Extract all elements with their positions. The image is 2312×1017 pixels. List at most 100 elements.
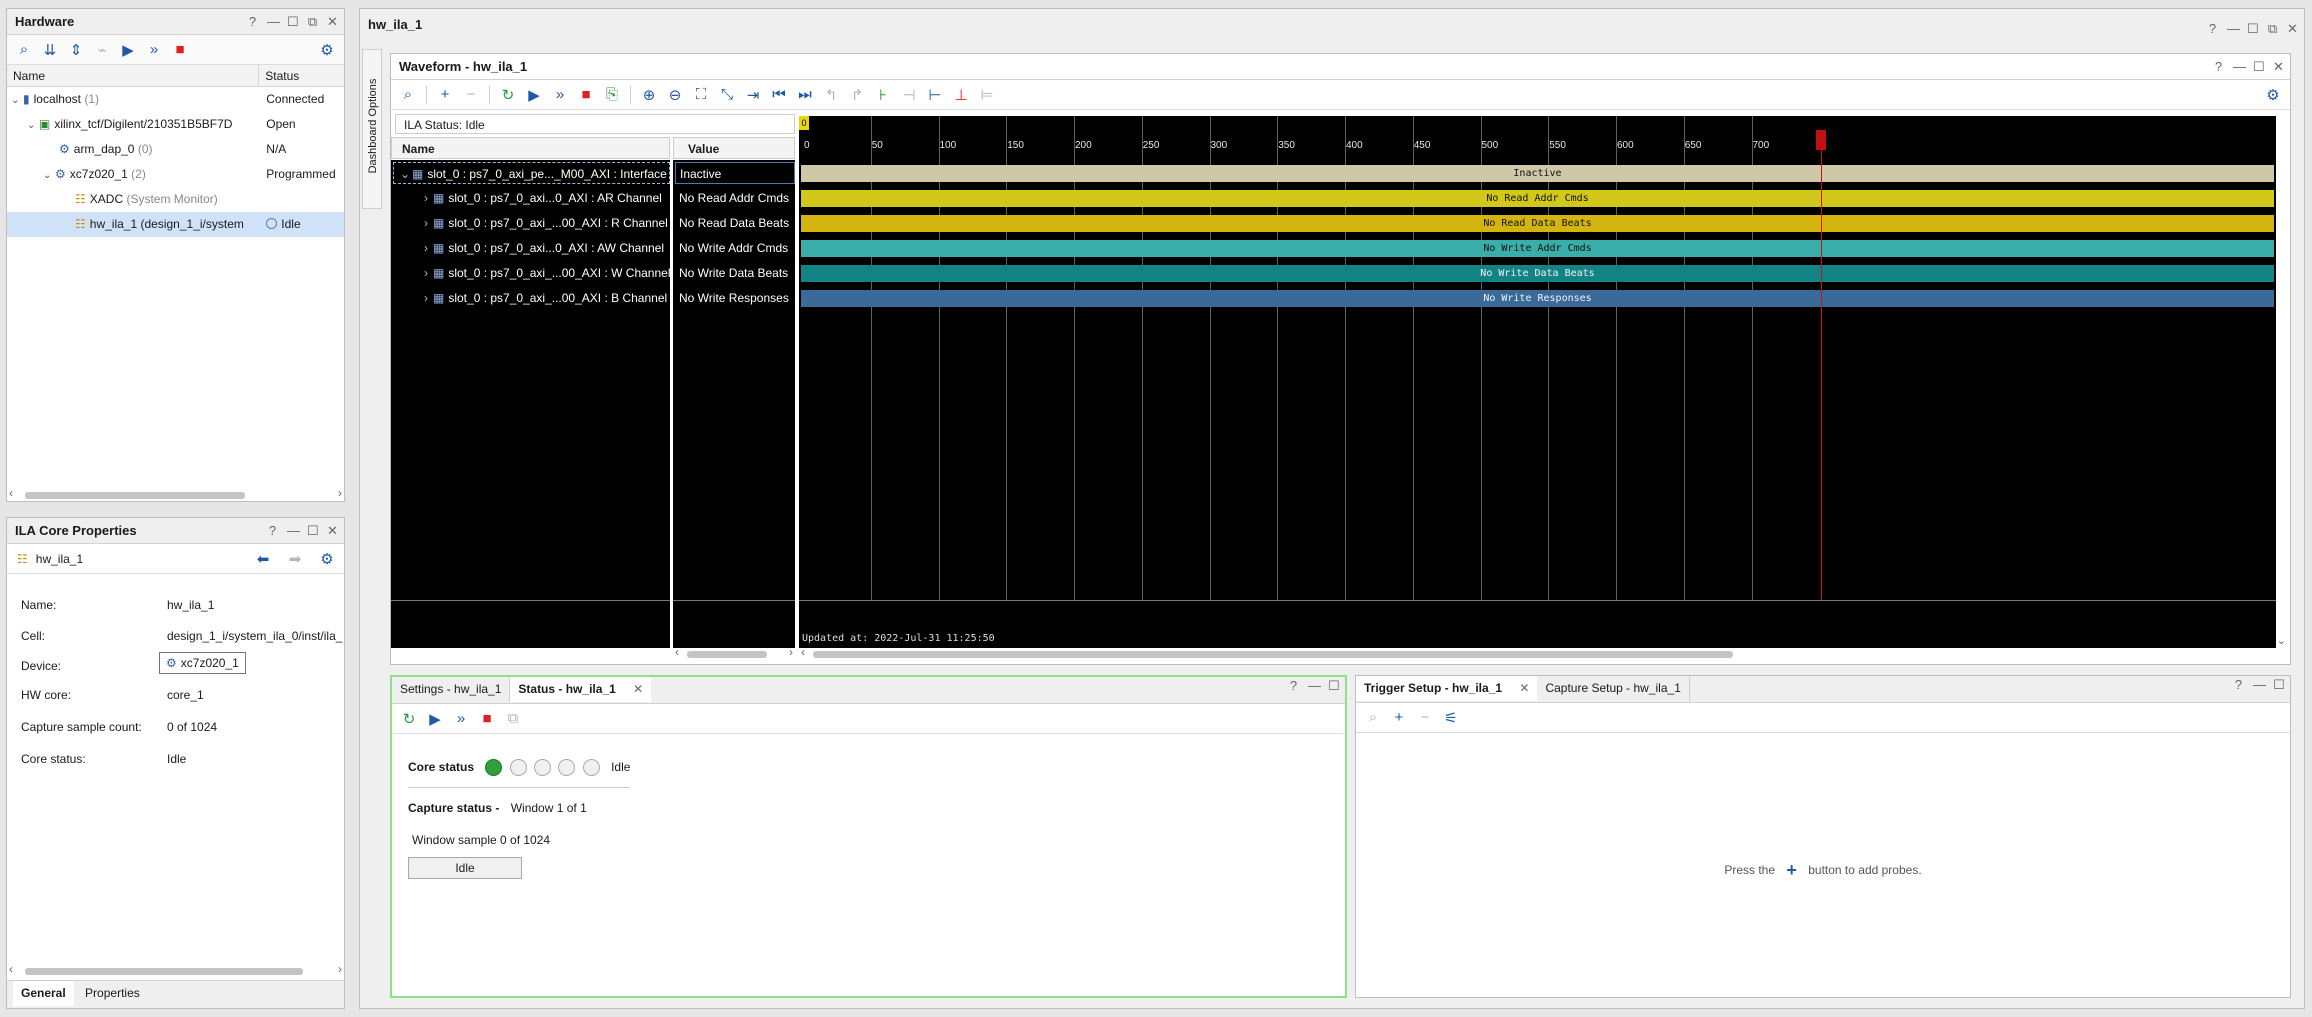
close-icon[interactable]: ✕ <box>633 682 643 696</box>
add-probes-icon[interactable]: + <box>1786 860 1797 880</box>
maximize-icon[interactable]: ☐ <box>2253 54 2265 80</box>
tree-row-arm-dap[interactable]: ⚙ arm_dap_0 (0) N/A <box>7 137 344 162</box>
back-arrow-icon[interactable]: ⬅ <box>252 548 274 570</box>
wave-bar[interactable]: Inactive <box>801 165 2274 182</box>
close-icon[interactable]: ✕ <box>327 518 338 544</box>
close-icon[interactable]: ✕ <box>327 9 338 35</box>
go-to-last-time-icon[interactable]: ⏭ <box>794 84 816 106</box>
tab-capture-setup[interactable]: Capture Setup - hw_ila_1 <box>1537 676 1690 701</box>
zoom-out-icon[interactable]: ⊖ <box>664 84 686 106</box>
column-header-status[interactable]: Status <box>259 65 344 86</box>
tree-row-xadc[interactable]: ☷ XADC (System Monitor) <box>7 187 344 212</box>
close-icon[interactable]: ✕ <box>2273 54 2284 80</box>
maximize-icon[interactable]: ☐ <box>2247 13 2259 45</box>
cursor-line[interactable] <box>1821 130 1822 600</box>
chevron-right-icon[interactable]: › <box>419 212 433 234</box>
float-icon[interactable]: ⧉ <box>307 9 318 35</box>
close-icon[interactable]: ✕ <box>2287 13 2298 45</box>
zoom-in-icon[interactable]: ⊕ <box>638 84 660 106</box>
run-trigger-repeat-icon[interactable]: ↻ <box>398 708 420 730</box>
scroll-right-icon[interactable]: › <box>338 486 342 500</box>
scroll-left-icon[interactable]: ‹ <box>801 645 805 659</box>
dashboard-options-tab[interactable]: Dashboard Options <box>362 49 382 209</box>
stop-trigger-icon[interactable]: ■ <box>575 84 597 106</box>
wave-bar[interactable]: No Write Addr Cmds <box>801 240 2274 257</box>
chevron-right-icon[interactable]: › <box>419 237 433 259</box>
waveform-vscroll-indicator[interactable]: ⌄ <box>2277 634 2286 647</box>
collapse-all-icon[interactable]: ⇊ <box>39 39 61 61</box>
minimize-icon[interactable]: — <box>2253 677 2266 693</box>
wave-row-r-channel[interactable]: › ▦ slot_0 : ps7_0_axi_...00_AXI : R Chann… <box>393 212 670 234</box>
chevron-down-icon[interactable]: ⌄ <box>43 163 55 187</box>
auto-connect-icon[interactable]: ⌁ <box>91 39 113 61</box>
wave-row-aw-channel[interactable]: › ▦ slot_0 : ps7_0_axi...0_AXI : AW Channe… <box>393 237 670 259</box>
scroll-left-icon[interactable]: ‹ <box>675 645 679 659</box>
chevron-right-icon[interactable]: › <box>419 187 433 209</box>
run-trigger-icon[interactable]: ▶ <box>523 84 545 106</box>
help-icon[interactable]: ? <box>267 518 278 544</box>
minimize-icon[interactable]: — <box>1308 678 1321 694</box>
scroll-thumb[interactable] <box>25 968 303 975</box>
next-transition-icon[interactable]: ↱ <box>846 84 868 106</box>
wave-bar[interactable]: No Read Addr Cmds <box>801 190 2274 207</box>
snap-to-transition-icon[interactable]: ⊨ <box>976 84 998 106</box>
export-icon[interactable]: ⎘ <box>601 84 623 106</box>
gear-icon[interactable]: ⚙ <box>316 39 338 61</box>
wave-row-w-channel[interactable]: › ▦ slot_0 : ps7_0_axi_...00_AXI : W Chann… <box>393 262 670 284</box>
run-trigger-repeat-icon[interactable]: ↻ <box>497 84 519 106</box>
wave-bar[interactable]: No Read Data Beats <box>801 215 2274 232</box>
maximize-icon[interactable]: ☐ <box>287 9 299 35</box>
gear-icon[interactable]: ⚙ <box>2262 84 2284 106</box>
run-trigger-immediate-icon[interactable]: » <box>143 39 165 61</box>
name-hscroll[interactable]: ‹ › <box>673 645 795 660</box>
stop-trigger-icon[interactable]: ■ <box>169 39 191 61</box>
zoom-fit-icon[interactable]: ⛶ <box>690 84 712 106</box>
help-icon[interactable]: ? <box>2213 54 2224 80</box>
goto-cursor-icon[interactable]: ⇥ <box>742 84 764 106</box>
float-icon[interactable]: ⧉ <box>2267 13 2278 45</box>
wave-bar[interactable]: No Write Data Beats <box>801 265 2274 282</box>
search-icon[interactable]: ⌕ <box>13 39 35 61</box>
maximize-icon[interactable]: ☐ <box>307 518 319 544</box>
scroll-left-icon[interactable]: ‹ <box>9 486 13 500</box>
add-icon[interactable]: + <box>434 84 456 106</box>
cursor-handle[interactable] <box>1816 130 1826 150</box>
wave-row-b-channel[interactable]: › ▦ slot_0 : ps7_0_axi_...00_AXI : B Chann… <box>393 287 670 309</box>
device-link[interactable]: ⚙ xc7z020_1 <box>159 652 246 674</box>
tree-row-localhost[interactable]: ⌄ ▮ localhost (1) Connected <box>7 87 344 112</box>
chevron-down-icon[interactable]: ⌄ <box>11 88 23 112</box>
scroll-thumb[interactable] <box>687 651 767 658</box>
tree-row-jtag-target[interactable]: ⌄ ▣ xilinx_tcf/Digilent/210351B5BF7D Open <box>7 112 344 137</box>
search-icon[interactable]: ⌕ <box>1362 707 1384 729</box>
go-to-time-zero-icon[interactable]: ⏮ <box>768 84 790 106</box>
tab-trigger-setup[interactable]: Trigger Setup - hw_ila_1 ✕ <box>1356 676 1538 701</box>
gear-icon[interactable]: ⚙ <box>316 548 338 570</box>
next-marker-icon[interactable]: ⊢ <box>924 84 946 106</box>
trigger-condition-icon[interactable]: ⚟ <box>1440 707 1462 729</box>
remove-icon[interactable]: − <box>460 84 482 106</box>
minimize-icon[interactable]: — <box>287 518 300 544</box>
run-trigger-icon[interactable]: ▶ <box>117 39 139 61</box>
run-trigger-icon[interactable]: ▶ <box>424 708 446 730</box>
scroll-thumb[interactable] <box>813 651 1733 658</box>
maximize-icon[interactable]: ☐ <box>1328 678 1340 694</box>
chevron-down-icon[interactable]: ⌄ <box>27 113 39 137</box>
remove-icon[interactable]: − <box>1414 707 1436 729</box>
chevron-down-icon[interactable]: ⌄ <box>398 163 412 183</box>
minimize-icon[interactable]: — <box>2227 13 2240 45</box>
waveform-hscroll[interactable]: ‹ <box>799 645 2276 660</box>
wave-row-ar-channel[interactable]: › ▦ slot_0 : ps7_0_axi...0_AXI : AR Channe… <box>393 187 670 209</box>
run-trigger-immediate-icon[interactable]: » <box>450 708 472 730</box>
zoom-cursor-icon[interactable]: ⤡ <box>716 84 738 106</box>
wave-row-interface[interactable]: ⌄ ▦ slot_0 : ps7_0_axi_pe..._M00_AXI : Int… <box>393 162 670 184</box>
scroll-thumb[interactable] <box>25 492 245 499</box>
tab-general[interactable]: General <box>13 981 74 1006</box>
column-header-name[interactable]: Name <box>7 65 260 86</box>
minimize-icon[interactable]: — <box>267 9 280 35</box>
add-marker-icon[interactable]: ⊦ <box>872 84 894 106</box>
tree-row-hw-ila[interactable]: ☷ hw_ila_1 (design_1_i/system Idle <box>7 212 344 237</box>
hardware-hscroll[interactable]: ‹ › <box>7 486 344 501</box>
idle-button[interactable]: Idle <box>408 857 522 879</box>
maximize-icon[interactable]: ☐ <box>2273 677 2285 693</box>
tab-settings[interactable]: Settings - hw_ila_1 <box>392 677 511 702</box>
